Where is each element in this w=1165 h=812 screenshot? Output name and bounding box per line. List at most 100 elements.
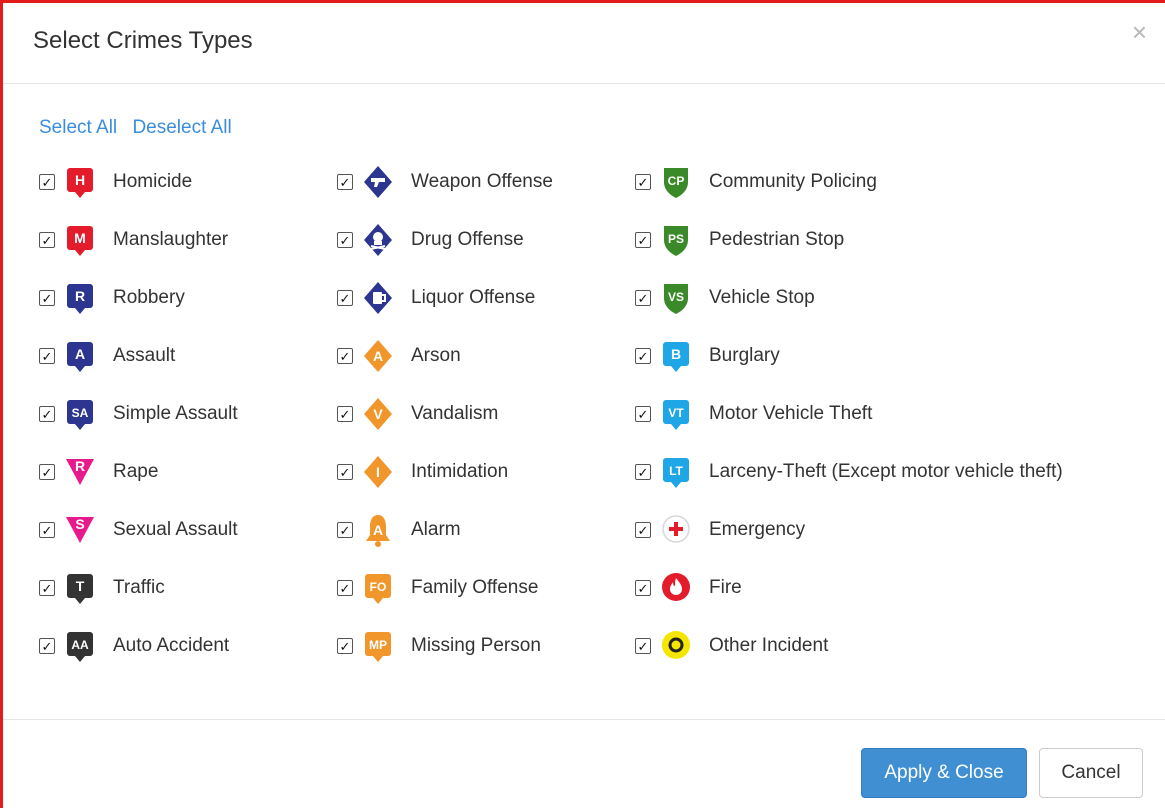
crime-type-checkbox[interactable]: ✓ [337,638,353,654]
svg-text:PS: PS [668,232,684,246]
svg-text:MP: MP [369,638,387,652]
crime-type-option[interactable]: ✓ SA Simple Assault [39,385,238,443]
crime-type-checkbox[interactable]: ✓ [635,348,651,364]
emergency-icon [661,510,699,550]
crime-type-checkbox[interactable]: ✓ [337,348,353,364]
manslaughter-icon: M [65,220,103,260]
crime-type-option[interactable]: ✓ R Rape [39,443,238,501]
crime-type-option[interactable]: ✓ AA Auto Accident [39,617,238,675]
crime-type-label: Traffic [113,577,165,598]
crime-type-option[interactable]: ✓ Weapon Offense [337,153,553,211]
crime-type-checkbox[interactable]: ✓ [635,638,651,654]
cancel-button[interactable]: Cancel [1039,748,1143,798]
alarm-icon: A [363,510,401,550]
crime-type-label: Motor Vehicle Theft [709,403,873,424]
crime-type-option[interactable]: ✓ H Homicide [39,153,238,211]
community-policing-icon: CP [661,162,699,202]
crime-type-option[interactable]: ✓ FO Family Offense [337,559,553,617]
dialog-header: Select Crimes Types × [3,3,1165,84]
svg-text:V: V [373,406,383,422]
crime-type-checkbox[interactable]: ✓ [337,232,353,248]
crime-type-option[interactable]: ✓ Drug Offense [337,211,553,269]
rape-icon: R [65,452,103,492]
select-all-link[interactable]: Select All [39,117,117,138]
robbery-icon: R [65,278,103,318]
family-offense-icon: FO [363,568,401,608]
crime-type-checkbox[interactable]: ✓ [635,174,651,190]
crime-type-checkbox[interactable]: ✓ [337,464,353,480]
svg-text:T: T [76,578,85,594]
crime-type-label: Other Incident [709,635,829,656]
crime-type-option[interactable]: ✓ PS Pedestrian Stop [635,211,1063,269]
auto-accident-icon: AA [65,626,103,666]
crime-type-checkbox[interactable]: ✓ [39,580,55,596]
apply-close-button[interactable]: Apply & Close [861,748,1027,798]
crime-type-checkbox[interactable]: ✓ [39,290,55,306]
crime-type-checkbox[interactable]: ✓ [39,464,55,480]
crime-type-label: Missing Person [411,635,541,656]
crime-type-option[interactable]: ✓ CP Community Policing [635,153,1063,211]
crime-type-option[interactable]: ✓ VT Motor Vehicle Theft [635,385,1063,443]
crime-type-checkbox[interactable]: ✓ [39,232,55,248]
crime-type-label: Intimidation [411,461,509,482]
svg-text:R: R [75,288,85,304]
crime-type-checkbox[interactable]: ✓ [635,580,651,596]
crime-type-option[interactable]: ✓ M Manslaughter [39,211,238,269]
deselect-all-link[interactable]: Deselect All [132,117,231,138]
svg-text:A: A [373,348,383,364]
crime-type-checkbox[interactable]: ✓ [39,638,55,654]
crime-type-option[interactable]: ✓ VS Vehicle Stop [635,269,1063,327]
svg-text:I: I [376,464,380,480]
svg-text:VT: VT [668,406,684,420]
crime-type-option[interactable]: ✓ Liquor Offense [337,269,553,327]
crime-type-label: Homicide [113,171,193,192]
crime-type-checkbox[interactable]: ✓ [39,174,55,190]
crime-type-label: Family Offense [411,577,539,598]
fire-icon [661,568,699,608]
crime-type-option[interactable]: ✓ LT Larceny-Theft (Except motor vehicle … [635,443,1063,501]
crime-type-option[interactable]: ✓ A Arson [337,327,553,385]
crime-type-checkbox[interactable]: ✓ [635,406,651,422]
crime-type-option[interactable]: ✓ A Alarm [337,501,553,559]
crime-type-checkbox[interactable]: ✓ [635,522,651,538]
crime-type-label: Fire [709,577,742,598]
crime-type-option[interactable]: ✓ Fire [635,559,1063,617]
weapon-icon [363,162,401,202]
svg-text:SA: SA [72,406,89,420]
crime-type-checkbox[interactable]: ✓ [337,174,353,190]
svg-text:CP: CP [668,174,685,188]
crime-type-checkbox[interactable]: ✓ [39,348,55,364]
vandalism-icon: V [363,394,401,434]
crime-type-option[interactable]: ✓ B Burglary [635,327,1063,385]
pedestrian-stop-icon: PS [661,220,699,260]
svg-text:B: B [671,346,681,362]
crime-type-label: Assault [113,345,176,366]
crime-type-checkbox[interactable]: ✓ [39,522,55,538]
crime-type-checkbox[interactable]: ✓ [337,522,353,538]
crime-type-checkbox[interactable]: ✓ [337,580,353,596]
crime-column-1: ✓ H Homicide ✓ M Manslaughter ✓ R Robbery ✓ AA… [39,153,238,675]
crime-type-option[interactable]: ✓ T Traffic [39,559,238,617]
crime-type-option[interactable]: ✓ A Assault [39,327,238,385]
crime-type-option[interactable]: ✓ R Robbery [39,269,238,327]
crime-type-option[interactable]: ✓ I Intimidation [337,443,553,501]
crime-type-option[interactable]: ✓ V Vandalism [337,385,553,443]
crime-type-checkbox[interactable]: ✓ [337,290,353,306]
crime-type-option[interactable]: ✓ MP Missing Person [337,617,553,675]
larceny-theft-icon: LT [661,452,699,492]
crime-type-checkbox[interactable]: ✓ [635,290,651,306]
crime-type-option[interactable]: ✓ Other Incident [635,617,1063,675]
crime-type-label: Vandalism [411,403,499,424]
crime-type-checkbox[interactable]: ✓ [635,464,651,480]
dialog-footer: Apply & Close Cancel [3,719,1165,812]
assault-icon: A [65,336,103,376]
crime-type-option[interactable]: ✓ S Sexual Assault [39,501,238,559]
crime-type-checkbox[interactable]: ✓ [635,232,651,248]
crime-type-checkbox[interactable]: ✓ [39,406,55,422]
arson-icon: A [363,336,401,376]
svg-text:AA: AA [71,638,89,652]
crime-type-option[interactable]: ✓ Emergency [635,501,1063,559]
crime-type-checkbox[interactable]: ✓ [337,406,353,422]
crime-type-label: Arson [411,345,461,366]
close-icon[interactable]: × [1132,19,1147,45]
